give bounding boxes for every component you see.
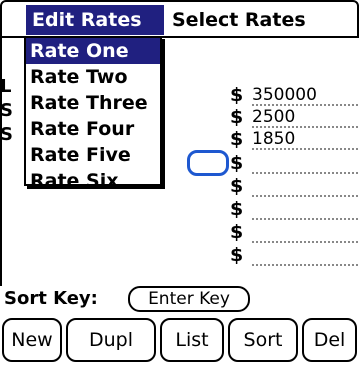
duplicate-button[interactable]: Dupl xyxy=(66,318,156,362)
menu-item-rate-two[interactable]: Rate Two xyxy=(26,64,160,90)
dollar-symbol: $ xyxy=(230,152,244,174)
rate-value: 350000 xyxy=(252,85,317,105)
field-underline xyxy=(252,218,358,220)
field-underline xyxy=(252,241,358,243)
menu-select-rates[interactable]: Select Rates xyxy=(166,5,352,35)
rate-field[interactable]: $ xyxy=(230,175,358,197)
dollar-symbol: $ xyxy=(230,175,244,197)
dollar-symbol: $ xyxy=(230,221,244,243)
field-underline xyxy=(252,148,358,150)
form-left-border xyxy=(0,36,2,286)
field-label-fragment: S xyxy=(0,124,13,145)
field-underline xyxy=(252,195,358,197)
field-underline xyxy=(252,172,358,174)
menu-item-rate-five[interactable]: Rate Five xyxy=(26,142,160,168)
dollar-symbol: $ xyxy=(230,84,244,106)
field-label-fragment: L xyxy=(0,76,12,97)
new-button[interactable]: New xyxy=(2,318,62,362)
menu-item-rate-one[interactable]: Rate One xyxy=(26,38,160,64)
menu-bar: Edit Rates Select Rates xyxy=(0,0,359,38)
menu-item-rate-four[interactable]: Rate Four xyxy=(26,116,160,142)
list-button[interactable]: List xyxy=(160,318,224,362)
dollar-symbol: $ xyxy=(230,244,244,266)
sort-button[interactable]: Sort xyxy=(228,318,298,362)
rate-value: 1850 xyxy=(252,129,296,149)
rate-field[interactable]: $ 2500 xyxy=(230,106,358,128)
sort-key-input[interactable]: Enter Key xyxy=(128,286,250,312)
edit-rates-menu: Rate One Rate Two Rate Three Rate Four R… xyxy=(24,36,162,192)
rate-field[interactable]: $ xyxy=(230,244,358,266)
dollar-symbol: $ xyxy=(230,128,244,150)
rate-value: 2500 xyxy=(252,107,296,127)
menu-edit-rates[interactable]: Edit Rates xyxy=(26,5,164,35)
rate-field[interactable]: $ 1850 xyxy=(230,128,358,150)
rate-field[interactable]: $ xyxy=(230,221,358,243)
rate-field[interactable]: $ xyxy=(230,198,358,220)
dollar-symbol: $ xyxy=(230,198,244,220)
menu-item-rate-six[interactable]: Rate Six xyxy=(26,168,160,194)
field-underline xyxy=(252,264,358,266)
dollar-symbol: $ xyxy=(230,106,244,128)
menu-item-rate-three[interactable]: Rate Three xyxy=(26,90,160,116)
field-label-fragment: S xyxy=(0,100,13,121)
rate-field[interactable]: $ xyxy=(230,152,358,174)
delete-button[interactable]: Del xyxy=(302,318,357,362)
focus-ring xyxy=(187,150,229,176)
sort-key-label: Sort Key: xyxy=(4,288,98,309)
rate-field[interactable]: $ 350000 xyxy=(230,84,358,106)
